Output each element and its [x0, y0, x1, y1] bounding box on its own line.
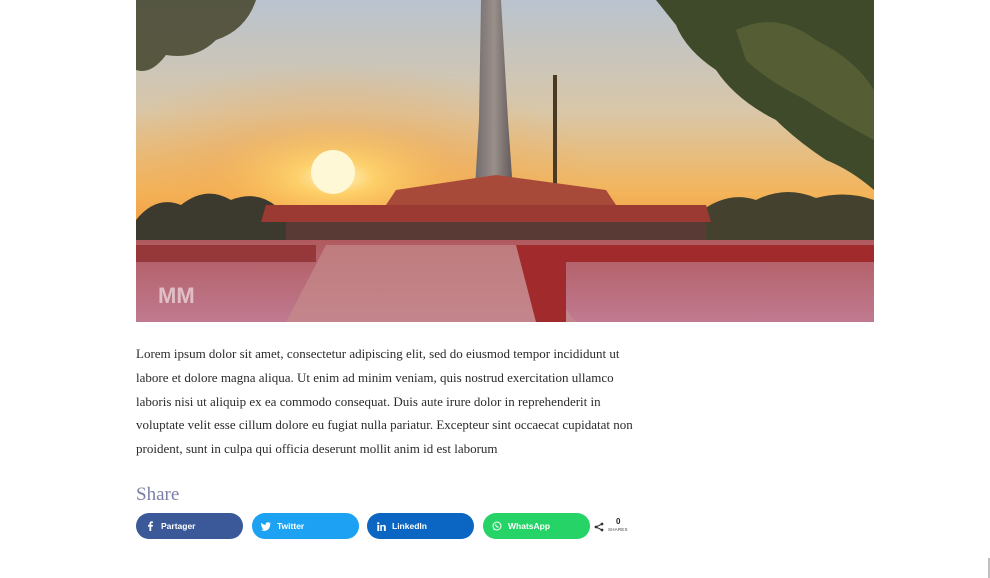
share-icon	[594, 522, 604, 532]
share-heading: Share	[136, 484, 180, 505]
share-count-number: 0	[616, 517, 621, 526]
facebook-icon	[145, 521, 155, 531]
twitter-share-button[interactable]: Twitter	[252, 513, 359, 539]
article-hero-image: MM	[136, 0, 874, 322]
share-count-label: SHARES	[608, 527, 628, 532]
whatsapp-icon	[492, 521, 502, 531]
twitter-icon	[261, 521, 271, 531]
share-count: 0 SHARES	[594, 517, 634, 537]
linkedin-share-label: LinkedIn	[392, 521, 427, 531]
linkedin-share-button[interactable]: LinkedIn	[367, 513, 474, 539]
whatsapp-share-button[interactable]: WhatsApp	[483, 513, 590, 539]
article-paragraph: Lorem ipsum dolor sit amet, consectetur …	[136, 346, 633, 457]
watermark-logo: MM	[158, 283, 195, 308]
twitter-share-label: Twitter	[277, 521, 305, 531]
whatsapp-share-label: WhatsApp	[508, 521, 551, 531]
facebook-share-button[interactable]: Partager	[136, 513, 243, 539]
linkedin-icon	[376, 521, 386, 531]
facebook-share-label: Partager	[161, 521, 196, 531]
hero-photo: MM	[136, 0, 874, 322]
